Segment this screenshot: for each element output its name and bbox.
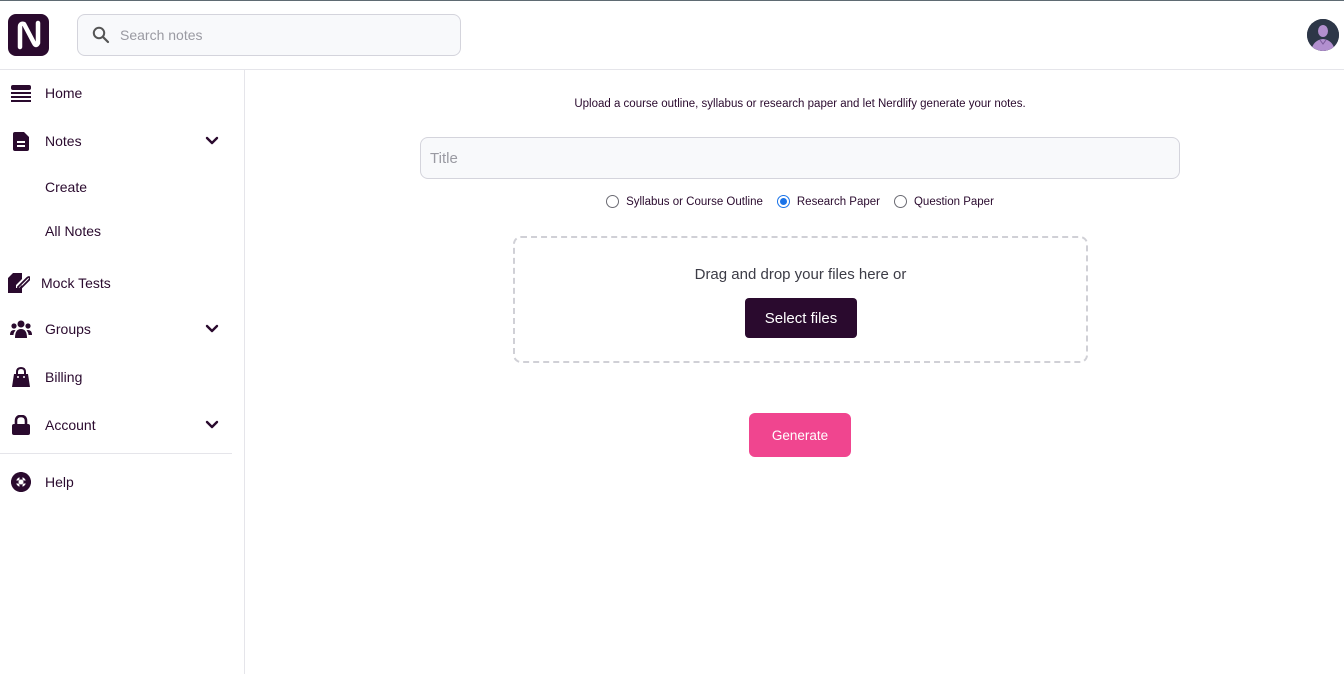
sidebar-item-help[interactable]: Help: [0, 464, 232, 500]
sidebar-subitem-all-notes[interactable]: All Notes: [45, 223, 101, 239]
chevron-down-icon[interactable]: [204, 321, 220, 337]
logo-n-icon: [17, 20, 40, 50]
sidebar-item-mock-tests[interactable]: Mock Tests: [0, 265, 232, 301]
radio-label: Research Paper: [796, 195, 880, 208]
sidebar-item-account[interactable]: Account: [0, 407, 232, 443]
search-input[interactable]: [120, 27, 440, 43]
sidebar-item-notes[interactable]: Notes: [0, 123, 232, 159]
document-icon: [10, 130, 32, 152]
radio-button-selected[interactable]: [776, 195, 790, 208]
sidebar-subitem-create[interactable]: Create: [45, 179, 87, 195]
document-type-group: Syllabus or Course Outline Research Pape…: [245, 195, 1344, 208]
app-logo[interactable]: [8, 14, 49, 56]
sidebar-item-label: Mock Tests: [41, 275, 111, 291]
sidebar-item-label: Groups: [45, 321, 91, 337]
user-avatar[interactable]: [1307, 19, 1339, 51]
sidebar-item-label: Account: [45, 417, 96, 433]
radio-syllabus[interactable]: Syllabus or Course Outline: [606, 195, 763, 208]
chevron-down-icon[interactable]: [204, 133, 220, 149]
users-icon: [10, 318, 32, 340]
radio-research-paper[interactable]: Research Paper: [776, 195, 880, 208]
user-avatar-icon: [1307, 19, 1339, 51]
list-icon: [10, 82, 32, 104]
sidebar-item-billing[interactable]: Billing: [0, 359, 232, 395]
title-input[interactable]: [420, 137, 1180, 179]
sidebar: Home Notes Create All Notes Mock Tests G…: [0, 70, 245, 674]
lock-icon: [10, 414, 32, 436]
sidebar-item-groups[interactable]: Groups: [0, 311, 232, 347]
sidebar-item-label: Help: [45, 474, 74, 490]
search-icon: [92, 26, 110, 44]
sidebar-item-home[interactable]: Home: [0, 75, 232, 111]
file-dropzone[interactable]: Drag and drop your files here or Select …: [513, 236, 1088, 363]
radio-button[interactable]: [606, 195, 620, 208]
intro-text: Upload a course outline, syllabus or res…: [574, 98, 1026, 110]
sidebar-item-label: Billing: [45, 369, 83, 385]
chevron-down-icon[interactable]: [204, 417, 220, 433]
dropzone-text: Drag and drop your files here or: [694, 266, 907, 283]
pencil-paper-icon: [8, 272, 30, 294]
select-files-button[interactable]: Select files: [745, 298, 857, 338]
lifebuoy-icon: [10, 471, 32, 493]
sidebar-item-label: Notes: [45, 133, 82, 149]
shopping-bag-icon: [10, 366, 32, 388]
sidebar-divider: [0, 453, 232, 454]
generate-button[interactable]: Generate: [749, 413, 851, 457]
search-box[interactable]: [77, 14, 461, 56]
top-bar: [0, 1, 1344, 70]
main-content: Upload a course outline, syllabus or res…: [245, 70, 1344, 674]
sidebar-item-label: Home: [45, 85, 83, 101]
radio-button[interactable]: [893, 195, 907, 208]
radio-label: Question Paper: [913, 195, 994, 208]
radio-label: Syllabus or Course Outline: [626, 195, 763, 208]
radio-question-paper[interactable]: Question Paper: [893, 195, 994, 208]
